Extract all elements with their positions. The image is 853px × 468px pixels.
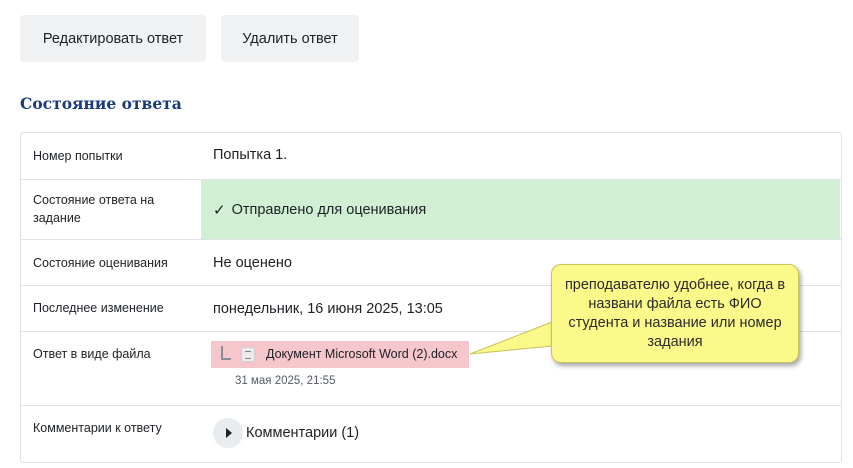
row-label: Комментарии к ответу (33, 421, 162, 435)
section-title: Состояние ответа (20, 94, 182, 113)
comments-toggle-label[interactable]: Комментарии (1) (246, 425, 359, 441)
file-date: 31 мая 2025, 21:55 (235, 375, 336, 387)
callout-pointer (469, 321, 553, 355)
file-download-link[interactable]: Документ Microsoft Word (2).docx (266, 347, 457, 361)
row-label: Последнее изменение (33, 301, 164, 315)
expand-icon[interactable] (213, 418, 243, 448)
row-label: Ответ в виде файла (33, 347, 151, 361)
annotation-callout: преподавателю удобнее, когда в названи ф… (551, 264, 799, 363)
document-icon (241, 347, 255, 362)
row-value: Отправлено для оценивания (231, 201, 427, 218)
check-icon: ✓ (213, 201, 226, 219)
table-row-attempt: Номер попытки Попытка 1. (21, 133, 841, 179)
callout-text: преподавателю удобнее, когда в названи ф… (564, 276, 786, 350)
comments-toggle[interactable]: Комментарии (1) (213, 418, 359, 448)
row-value: Не оценено (213, 255, 292, 271)
row-value: понедельник, 16 июня 2025, 13:05 (213, 301, 443, 317)
file-item: Документ Microsoft Word (2).docx (211, 341, 469, 368)
row-label: Состояние оценивания (33, 256, 168, 270)
delete-submission-button[interactable]: Удалить ответ (221, 15, 359, 62)
row-label: Номер попытки (33, 149, 123, 163)
table-row-comments: Комментарии к ответу Комментарии (1) (21, 405, 841, 464)
row-label: Состояние ответа на задание (33, 193, 155, 225)
edit-submission-button[interactable]: Редактировать ответ (20, 15, 206, 62)
table-row-submission-status: Состояние ответа на задание ✓ Отправлено… (21, 179, 841, 239)
row-value: Попытка 1. (213, 147, 288, 163)
status-success-cell: ✓ Отправлено для оценивания (201, 180, 840, 239)
tree-branch-icon (221, 346, 231, 360)
